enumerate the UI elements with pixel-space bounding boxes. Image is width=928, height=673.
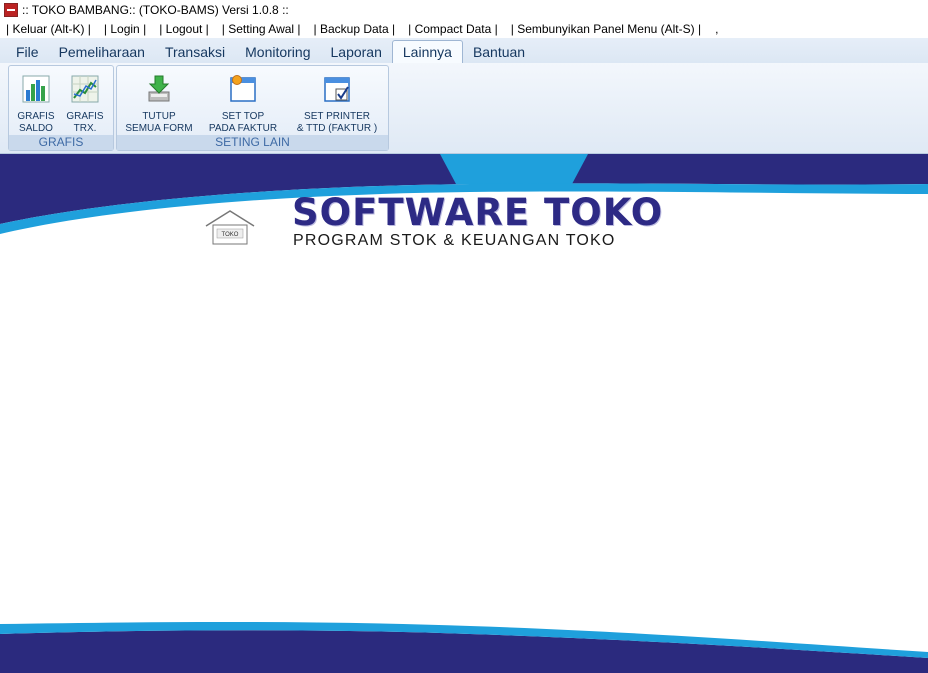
grafis-saldo-line2: SALDO	[19, 123, 53, 134]
tab-transaksi[interactable]: Transaksi	[155, 41, 235, 63]
grafis-trx-line1: GRAFIS	[66, 111, 104, 122]
menu-bar: | Keluar (Alt-K) | | Login | | Logout | …	[0, 19, 928, 39]
set-printer-line2: & TTD (FAKTUR )	[296, 123, 378, 134]
set-top-faktur-button[interactable]: SET TOP PADA FAKTUR	[203, 74, 283, 135]
menu-setting-awal[interactable]: | Setting Awal |	[209, 22, 301, 36]
tutup-line1: TUTUP	[142, 111, 176, 122]
app-icon[interactable]	[4, 2, 18, 17]
tutup-semua-form-button[interactable]: TUTUP SEMUA FORM	[121, 74, 197, 135]
grafis-trx-button[interactable]: GRAFIS TRX.	[61, 74, 109, 135]
line-chart-icon	[71, 75, 99, 103]
menu-keluar[interactable]: | Keluar (Alt-K) |	[0, 22, 91, 36]
set-top-line2: PADA FAKTUR	[208, 123, 278, 134]
download-close-icon	[148, 75, 170, 102]
window-title: :: TOKO BAMBANG:: (TOKO-BAMS) Versi 1.0.…	[22, 2, 289, 17]
menu-backup-data[interactable]: | Backup Data |	[301, 22, 396, 36]
group-seting-lain: TUTUP SEMUA FORM SET TOP PADA FAKTUR SET…	[116, 65, 389, 151]
group-seting-lain-label: SETING LAIN	[117, 135, 388, 150]
set-printer-ttd-button[interactable]: SET PRINTER & TTD (FAKTUR )	[289, 74, 385, 135]
set-printer-line1: SET PRINTER	[304, 111, 370, 122]
grafis-saldo-line1: GRAFIS	[17, 111, 55, 122]
grafis-saldo-button[interactable]: GRAFIS SALDO	[13, 74, 59, 135]
logo-title: SOFTWARE TOKO	[292, 191, 664, 234]
window-star-icon	[230, 75, 256, 102]
bar-chart-icon	[22, 75, 50, 103]
shop-sign: TOKO	[222, 232, 239, 238]
tab-file[interactable]: File	[6, 41, 49, 63]
menu-compact-data[interactable]: | Compact Data |	[395, 22, 498, 36]
group-grafis: GRAFIS SALDO GRAFIS TRX. GRAFIS	[8, 65, 114, 151]
tab-lainnya[interactable]: Lainnya	[391, 40, 463, 63]
tab-pemeliharaan[interactable]: Pemeliharaan	[49, 41, 155, 63]
grafis-trx-line2: TRX.	[73, 123, 97, 134]
ribbon-panel: GRAFIS SALDO GRAFIS TRX. GRAFIS TUTUP SE…	[0, 63, 928, 154]
menu-login[interactable]: | Login |	[91, 22, 146, 36]
menu-separator: ,	[715, 21, 719, 36]
tab-bantuan[interactable]: Bantuan	[463, 41, 535, 63]
set-top-line1: SET TOP	[221, 111, 265, 122]
menu-sembunyikan-panel[interactable]: | Sembunyikan Panel Menu (Alt-S) |	[498, 22, 701, 36]
tab-laporan[interactable]: Laporan	[321, 41, 392, 63]
tab-monitoring[interactable]: Monitoring	[235, 41, 320, 63]
title-bar: :: TOKO BAMBANG:: (TOKO-BAMS) Versi 1.0.…	[0, 0, 928, 19]
ribbon-tab-bar: File Pemeliharaan Transaksi Monitoring L…	[0, 38, 928, 63]
tutup-line2: SEMUA FORM	[125, 123, 193, 134]
logo-subtitle: PROGRAM STOK & KEUANGAN TOKO	[293, 232, 616, 249]
window-check-icon	[324, 77, 350, 102]
group-grafis-label: GRAFIS	[9, 135, 113, 150]
shop-house-icon: TOKO	[205, 210, 255, 245]
menu-logout[interactable]: | Logout |	[146, 22, 209, 36]
